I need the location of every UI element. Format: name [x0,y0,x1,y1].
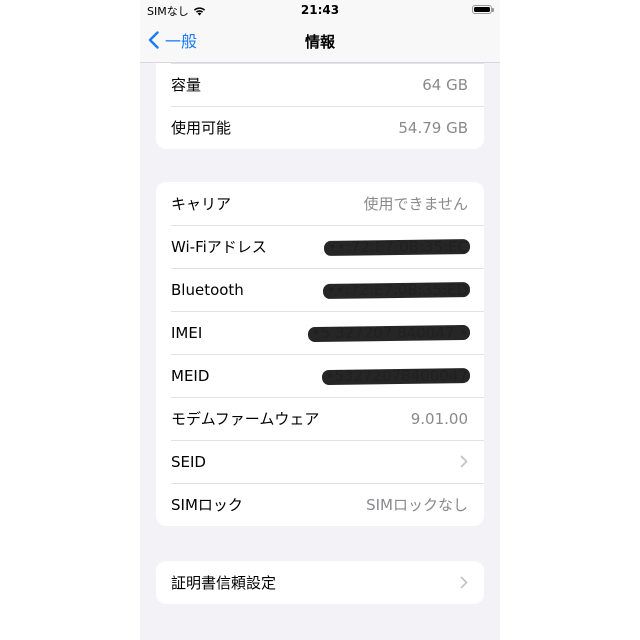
list-item-certificate-trust-settings[interactable]: 証明書信頼設定 [156,561,484,604]
list-item-modem-firmware: モデムファームウェア 9.01.00 [156,397,484,440]
battery-icon [472,5,494,14]
list-item-capacity: 容量 64 GB [156,63,484,106]
phone-screen: SIMなし 21:43 一般 情報 容量 64 GB 使用可能 54.79 GB… [140,0,500,640]
row-label: SEID [171,452,206,471]
row-label: 証明書信頼設定 [171,574,277,592]
navigation-bar: 一般 情報 [140,22,500,60]
row-value: 64 GB [422,75,468,94]
redacted-value: ••:72:E7:0B:35:ED [326,280,468,299]
row-label: 使用可能 [171,119,232,137]
status-time: 21:43 [300,3,340,17]
row-label: IMEI [171,323,203,342]
list-item-available: 使用可能 54.79 GB [156,106,484,149]
row-label: モデムファームウェア [171,410,320,428]
list-item-carrier: キャリア 使用できません [156,182,484,225]
row-label: MEID [171,366,210,385]
list-item-seid[interactable]: SEID [156,440,484,483]
row-value: 54.79 GB [398,118,468,137]
page-title: 情報 [304,33,335,51]
redacted-value: •5 327207 840047 • [311,323,468,342]
row-label: Wi-Fiアドレス [171,238,267,256]
list-item-meid: MEID •53272078400047 [156,354,484,397]
row-value: 使用できません [363,195,468,213]
top-bar: SIMなし 21:43 一般 情報 [140,0,500,63]
chevron-right-icon [460,455,468,468]
row-label: 容量 [171,76,202,94]
list-item-bluetooth: Bluetooth ••:72:E7:0B:35:ED [156,268,484,311]
list-item-wifi-address: Wi-Fiアドレス ••:72:E7:0B:35:EC [156,225,484,268]
status-bar: SIMなし 21:43 [140,0,500,20]
chevron-right-icon [460,576,468,589]
row-label: Bluetooth [171,280,244,299]
row-label: キャリア [171,195,232,213]
certificate-group: 証明書信頼設定 [156,561,484,604]
network-group: キャリア 使用できません Wi-Fiアドレス ••:72:E7:0B:35:EC… [156,182,484,526]
redacted-value: •53272078400047 [325,366,468,385]
row-label: SIMロック [171,496,243,514]
redacted-value: ••:72:E7:0B:35:EC [328,237,468,256]
row-value: SIMロックなし [366,496,468,514]
list-item-sim-lock: SIMロック SIMロックなし [156,483,484,526]
row-value: 9.01.00 [410,409,468,428]
list-item-imei: IMEI •5 327207 840047 • [156,311,484,354]
